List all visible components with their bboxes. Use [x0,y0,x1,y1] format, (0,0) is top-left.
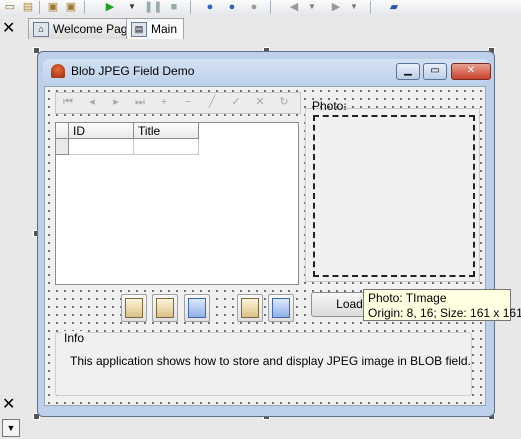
prior-record-icon[interactable]: ◂ [84,95,100,109]
run-icon[interactable]: ▶ [102,0,118,14]
forward-icon[interactable]: ▶ [328,0,344,14]
trace-into-icon[interactable]: ● [202,0,218,14]
run-dropdown-icon[interactable]: ▼ [124,0,140,14]
chevron-down-icon[interactable]: ▼ [2,419,20,437]
form-title-bar[interactable]: Blob JPEG Field Demo ▁ ▭ ✕ [43,59,491,83]
new-form-icon[interactable]: ▣ [45,0,61,14]
tab-welcome-page[interactable]: ⌂ Welcome Page [28,18,142,39]
refresh-icon[interactable]: ↻ [276,95,292,109]
close-button[interactable]: ✕ [451,63,491,80]
open-dialog-button[interactable] [237,294,263,322]
open-project-icon[interactable]: ▣ [63,0,79,14]
post-record-icon[interactable]: ✓ [228,95,244,109]
grid-header-id[interactable]: ID [69,123,134,139]
tab-label: Main [151,22,178,36]
home-icon: ⌂ [33,22,49,37]
save-dialog-button[interactable] [268,294,294,322]
grid-cell[interactable] [69,139,134,155]
cancel-record-icon[interactable]: ✕ [252,95,268,109]
app-icon [51,64,65,78]
open-icon[interactable]: ▭ [2,0,18,14]
photo-image[interactable] [313,115,475,277]
left-panel-strip: ✕ [0,16,23,439]
pause-icon[interactable]: ❚❚ [144,0,162,14]
tooltip-line-1: Photo: TImage [368,291,447,305]
toolbar-separator [84,1,85,14]
grid-row-indicator [56,139,69,155]
save-icon[interactable]: ▤ [20,0,36,14]
minimize-button[interactable]: ▁ [396,63,420,80]
tooltip-line-2: Origin: 8, 16; Size: 161 x 161 [368,306,521,320]
photo-label: Photo: [312,99,347,113]
help-book-icon[interactable]: ▰ [386,0,402,14]
toolbar-separator [39,1,40,14]
grid-header-title[interactable]: Title [134,123,199,139]
grid-indicator-header [56,123,69,139]
query-icon [188,298,206,318]
close-icon[interactable]: ✕ [2,396,15,412]
database-icon [125,298,143,318]
ide-toolbar: ▭ ▤ ▣ ▣ ▶ ▼ ❚❚ ■ ● ● ● ◀ ▼ ▶ ▼ ▰ [0,0,521,17]
db-disconnect-button[interactable] [152,294,178,322]
tab-main[interactable]: ▤ Main [126,18,185,39]
run-to-cursor-icon[interactable]: ● [246,0,262,14]
toolbar-separator [190,1,191,14]
first-record-icon[interactable]: ⏮ [60,95,76,109]
stop-icon[interactable]: ■ [166,0,182,14]
database-icon [156,298,174,318]
hint-tooltip: Photo: TImage Origin: 8, 16; Size: 161 x… [363,289,521,321]
tab-label: Welcome Page [53,22,135,36]
edit-record-icon[interactable]: ╱ [204,95,220,109]
toolbar-separator [270,1,271,14]
back-dropdown-icon[interactable]: ▼ [304,0,320,14]
forward-dropdown-icon[interactable]: ▼ [346,0,362,14]
grid-cell[interactable] [134,139,199,155]
last-record-icon[interactable]: ⏭ [132,95,148,109]
db-connect-button[interactable] [121,294,147,322]
insert-record-icon[interactable]: + [156,95,172,109]
editor-tabs: ⌂ Welcome Page ▤ Main [22,16,521,40]
maximize-button[interactable]: ▭ [423,63,447,80]
folder-icon [241,298,259,318]
form-title: Blob JPEG Field Demo [71,64,195,78]
back-icon[interactable]: ◀ [286,0,302,14]
db-navigator: ⏮ ◂ ▸ ⏭ + − ╱ ✓ ✕ ↻ [55,92,301,114]
query-button[interactable] [184,294,210,322]
info-label: Info [62,331,87,345]
data-grid[interactable]: ID Title [55,122,299,285]
step-over-icon[interactable]: ● [224,0,240,14]
floppy-icon [272,298,290,318]
form-icon: ▤ [131,22,147,37]
next-record-icon[interactable]: ▸ [108,95,124,109]
toolbar-separator [370,1,371,14]
info-text: This application shows how to store and … [70,354,471,368]
close-icon[interactable]: ✕ [2,20,15,36]
delete-record-icon[interactable]: − [180,95,196,109]
